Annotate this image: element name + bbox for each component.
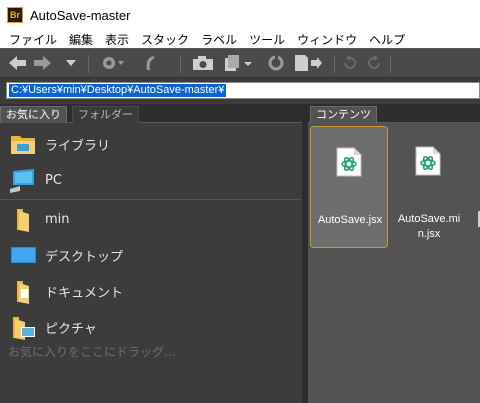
favorite-label: ピクチャ — [45, 321, 97, 337]
jsx-script-icon — [415, 146, 441, 176]
menu-help[interactable]: ヘルプ — [363, 31, 411, 48]
toolbar-divider — [390, 55, 391, 73]
content-panel: コンテンツ AutoSave.jsx AutoSave.mi n.jsx — [308, 104, 480, 403]
rotate-left-icon[interactable] — [342, 53, 358, 73]
favorite-desktop[interactable]: デスクトップ — [0, 237, 302, 273]
favorite-label: ドキュメント — [45, 285, 124, 301]
output-icon[interactable] — [294, 53, 326, 73]
menu-bar: ファイル 編集 表示 スタック ラベル ツール ウィンドウ ヘルプ — [0, 30, 480, 48]
folder-icon — [17, 209, 29, 232]
favorite-pc[interactable]: PC — [0, 162, 302, 198]
toolbar — [0, 48, 480, 78]
favorite-label: min — [45, 211, 70, 227]
pictures-folder-icon — [13, 317, 35, 340]
menu-stack[interactable]: スタック — [135, 31, 195, 48]
rotate-right-icon[interactable] — [366, 53, 382, 73]
documents-folder-icon — [17, 281, 29, 304]
camera-raw-icon[interactable] — [142, 53, 158, 73]
chevron-down-icon[interactable] — [64, 53, 78, 73]
file-name: AutoSave.mi n.jsx — [390, 212, 468, 242]
toolbar-divider — [334, 55, 335, 73]
menu-label[interactable]: ラベル — [195, 31, 243, 48]
left-tabstrip: お気に入り フォルダー — [0, 104, 302, 123]
menu-tools[interactable]: ツール — [243, 31, 291, 48]
favorite-label: ライブラリ — [45, 138, 111, 154]
back-arrow-icon[interactable] — [8, 53, 28, 73]
favorite-label: デスクトップ — [45, 249, 124, 265]
computer-icon — [10, 169, 34, 193]
toolbar-divider — [88, 55, 89, 73]
jsx-script-icon — [336, 147, 362, 177]
path-bar: C:¥Users¥min¥Desktop¥AutoSave-master¥ — [0, 78, 480, 104]
tab-favorites[interactable]: お気に入り — [0, 106, 67, 123]
desktop-icon — [11, 247, 36, 263]
favorites-drop-hint: お気に入りをここにドラッグ... — [8, 345, 176, 359]
toolbar-divider — [180, 55, 181, 73]
refine-icon[interactable] — [224, 53, 254, 73]
file-name-line: n.jsx — [417, 228, 441, 240]
favorites-panel: お気に入り フォルダー ライブラリ PC min デスクトップ ドキュメント ピ… — [0, 104, 302, 403]
menu-file[interactable]: ファイル — [3, 31, 63, 48]
boomerang-icon[interactable] — [100, 53, 124, 73]
title-bar: Br AutoSave-master — [0, 0, 480, 30]
tab-folders[interactable]: フォルダー — [72, 106, 139, 123]
tab-content[interactable]: コンテンツ — [310, 106, 377, 123]
file-name: AutoSave.jsx — [317, 214, 383, 226]
favorite-pictures[interactable]: ピクチャ — [0, 309, 302, 345]
favorite-label: PC — [45, 172, 62, 188]
bridge-app-logo: Br — [7, 7, 23, 23]
favorite-min[interactable]: min — [0, 201, 302, 237]
open-photoshop-icon[interactable] — [266, 53, 286, 73]
path-selected-text: C:¥Users¥min¥Desktop¥AutoSave-master¥ — [9, 84, 227, 97]
path-input[interactable]: C:¥Users¥min¥Desktop¥AutoSave-master¥ — [6, 82, 480, 99]
forward-arrow-icon[interactable] — [32, 53, 52, 73]
file-thumbnail[interactable]: AutoSave.mi n.jsx — [390, 126, 468, 248]
window-title: AutoSave-master — [30, 7, 131, 23]
favorites-divider — [0, 199, 302, 200]
favorite-documents[interactable]: ドキュメント — [0, 273, 302, 309]
menu-window[interactable]: ウィンドウ — [291, 31, 363, 48]
file-name-line: AutoSave.mi — [397, 213, 461, 225]
menu-edit[interactable]: 編集 — [63, 31, 99, 48]
content-tabstrip: コンテンツ — [308, 104, 480, 123]
menu-view[interactable]: 表示 — [99, 31, 135, 48]
favorite-library[interactable]: ライブラリ — [0, 126, 302, 162]
get-photos-icon[interactable] — [192, 53, 214, 73]
library-folder-icon — [11, 136, 35, 154]
file-thumbnail[interactable]: AutoSave.jsx — [310, 126, 388, 248]
